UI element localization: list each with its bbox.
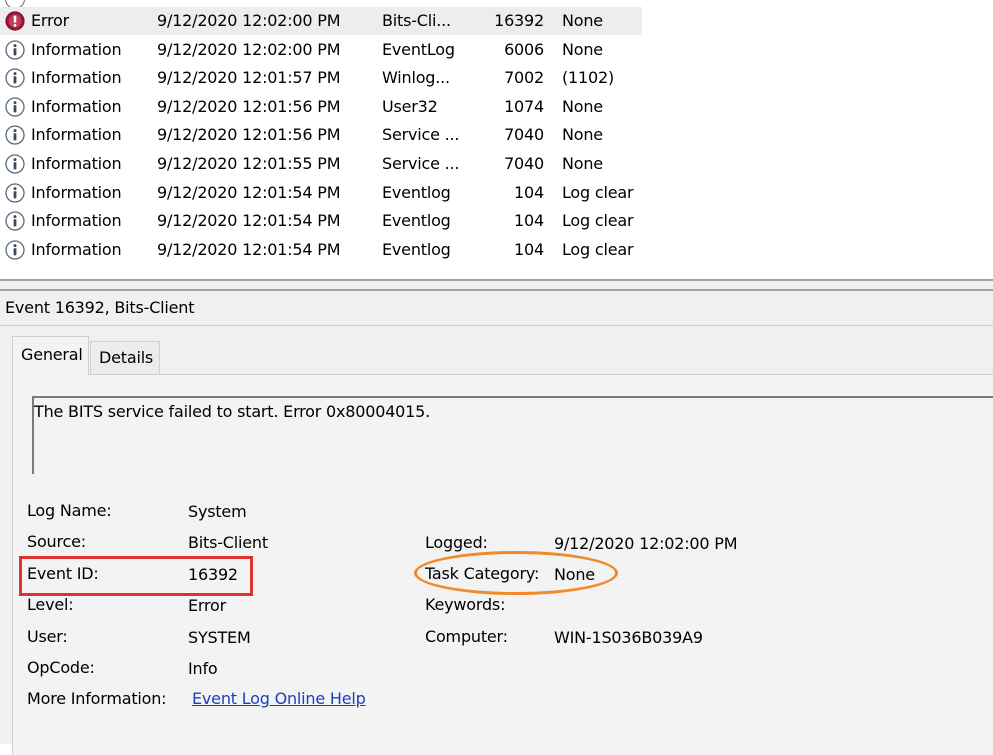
user-label: User: bbox=[27, 627, 68, 646]
event-id-cell: 104 bbox=[514, 182, 544, 202]
event-details-pane: Event 16392, Bits-Client Details General bbox=[0, 291, 993, 755]
date-cell: 9/12/2020 12:01:56 PM bbox=[157, 96, 341, 116]
date-cell: 9/12/2020 12:01:54 PM bbox=[157, 239, 341, 259]
event-id-cell: 104 bbox=[514, 239, 544, 259]
level-cell: Information bbox=[31, 154, 122, 173]
event-row[interactable]: Error 9/12/2020 12:02:00 PM Bits-Cli... 163… bbox=[0, 7, 642, 35]
event-row[interactable]: Information 9/12/2020 12:01:55 PM Service … bbox=[0, 150, 642, 178]
source-value: Bits-Client bbox=[188, 533, 268, 552]
date-cell: 9/12/2020 12:02:00 PM bbox=[157, 11, 341, 30]
event-id-cell: 6006 bbox=[504, 39, 544, 59]
computer-label: Computer: bbox=[425, 627, 508, 646]
source-cell: Bits-Cli... bbox=[382, 11, 451, 30]
level-cell: Information bbox=[31, 68, 122, 88]
event-row[interactable]: Information 9/12/2020 12:02:00 PM EventLog… bbox=[0, 36, 642, 64]
information-icon bbox=[5, 68, 25, 88]
date-cell: 9/12/2020 12:02:00 PM bbox=[157, 39, 341, 59]
level-value: Error bbox=[188, 596, 227, 615]
details-title: Event 16392, Bits-Client bbox=[5, 298, 195, 317]
information-icon bbox=[5, 154, 25, 174]
task-category-cell: None bbox=[562, 96, 603, 116]
log-name-label: Log Name: bbox=[27, 501, 112, 520]
source-cell: Eventlog bbox=[382, 182, 451, 202]
source-cell: Eventlog bbox=[382, 211, 451, 231]
event-row[interactable]: Information 9/12/2020 12:01:54 PM Eventlog… bbox=[0, 179, 642, 207]
information-icon bbox=[5, 211, 25, 231]
task-category-highlight-ellipse bbox=[414, 551, 618, 595]
event-id-cell: 7002 bbox=[504, 68, 544, 88]
logged-label: Logged: bbox=[425, 533, 488, 552]
pane-splitter[interactable] bbox=[0, 281, 993, 289]
level-cell: Information bbox=[31, 39, 122, 59]
date-cell: 9/12/2020 12:01:54 PM bbox=[157, 211, 341, 231]
error-icon bbox=[5, 11, 25, 31]
event-row[interactable]: Information 9/12/2020 12:01:56 PM Service … bbox=[0, 121, 642, 149]
date-cell: 9/12/2020 12:01:56 PM bbox=[157, 125, 341, 145]
event-row[interactable]: Information 9/12/2020 12:01:54 PM Eventlog… bbox=[0, 236, 642, 264]
task-category-cell: None bbox=[562, 154, 603, 173]
source-cell: Service ... bbox=[382, 154, 460, 173]
level-cell: Information bbox=[31, 125, 122, 145]
user-value: SYSTEM bbox=[188, 628, 251, 647]
opcode-value: Info bbox=[188, 659, 218, 678]
task-category-cell: None bbox=[562, 11, 603, 30]
tab-details[interactable]: Details bbox=[90, 341, 160, 374]
event-id-cell: 7040 bbox=[504, 154, 544, 173]
information-icon bbox=[5, 240, 25, 260]
details-header: Event 16392, Bits-Client bbox=[0, 291, 993, 326]
event-id-cell: 7040 bbox=[504, 125, 544, 145]
date-cell: 9/12/2020 12:01:54 PM bbox=[157, 182, 341, 202]
tab-general-label: General bbox=[21, 345, 83, 364]
partial-row-above bbox=[0, 0, 640, 9]
logged-value: 9/12/2020 12:02:00 PM bbox=[554, 534, 738, 553]
event-description: The BITS service failed to start. Error … bbox=[34, 402, 431, 421]
event-id-cell: 1074 bbox=[504, 96, 544, 116]
information-icon bbox=[5, 182, 25, 203]
information-icon bbox=[5, 39, 25, 60]
event-log-online-help-link[interactable]: Event Log Online Help bbox=[192, 688, 366, 710]
level-cell: Information bbox=[31, 211, 122, 231]
information-icon bbox=[5, 125, 25, 146]
task-category-cell: (1102) bbox=[562, 68, 615, 88]
level-label: Level: bbox=[27, 595, 74, 614]
event-list: Error 9/12/2020 12:02:00 PM Bits-Cli... 163… bbox=[0, 0, 993, 280]
event-row[interactable]: Information 9/12/2020 12:01:56 PM User32 10… bbox=[0, 93, 642, 121]
task-category-cell: Log clear bbox=[562, 211, 634, 231]
task-category-cell: Log clear bbox=[562, 182, 634, 202]
tab-general[interactable]: General bbox=[12, 336, 89, 375]
opcode-label: OpCode: bbox=[27, 658, 95, 677]
level-cell: Information bbox=[31, 96, 122, 116]
keywords-label: Keywords: bbox=[425, 595, 506, 614]
source-cell: Eventlog bbox=[382, 239, 451, 259]
event-id-highlight-box bbox=[19, 556, 253, 596]
source-cell: EventLog bbox=[382, 39, 455, 59]
computer-value: WIN-1S036B039A9 bbox=[554, 628, 703, 647]
more-information-label: More Information: bbox=[27, 689, 167, 708]
source-cell: Winlog... bbox=[382, 68, 450, 88]
level-cell: Error bbox=[31, 11, 70, 30]
information-icon bbox=[5, 97, 25, 117]
source-cell: User32 bbox=[382, 96, 438, 116]
event-row[interactable]: Information 9/12/2020 12:01:54 PM Eventlog… bbox=[0, 207, 642, 235]
level-cell: Information bbox=[31, 239, 122, 259]
source-cell: Service ... bbox=[382, 125, 460, 145]
date-cell: 9/12/2020 12:01:57 PM bbox=[157, 68, 341, 88]
event-id-cell: 104 bbox=[514, 211, 544, 231]
event-id-cell: 16392 bbox=[494, 11, 544, 30]
source-label: Source: bbox=[27, 532, 86, 551]
event-row[interactable]: Information 9/12/2020 12:01:57 PM Winlog..… bbox=[0, 64, 642, 92]
log-name-value: System bbox=[188, 502, 247, 521]
level-cell: Information bbox=[31, 182, 122, 202]
date-cell: 9/12/2020 12:01:55 PM bbox=[157, 154, 341, 173]
task-category-cell: Log clear bbox=[562, 239, 634, 259]
task-category-cell: None bbox=[562, 39, 603, 59]
tab-details-label: Details bbox=[99, 348, 154, 367]
task-category-cell: None bbox=[562, 125, 603, 145]
